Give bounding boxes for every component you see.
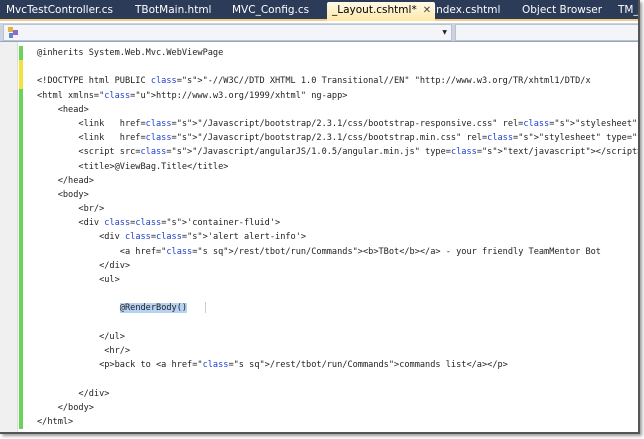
code-line[interactable]: <script src=class="s">"/Javascript/angul…	[37, 145, 638, 159]
change-marker	[19, 173, 23, 189]
code-line[interactable]: <body>	[37, 188, 638, 202]
code-line[interactable]: </ul>	[37, 330, 638, 344]
code-line[interactable]: <hr/>	[37, 344, 638, 358]
tab-label: Index.cshtml	[433, 4, 501, 16]
code-line[interactable]: <div class=class="s">'container-fluid'>	[37, 216, 638, 230]
change-marker	[19, 287, 23, 302]
navigation-bar: ▼	[0, 23, 638, 42]
code-editor[interactable]: @inherits System.Web.Mvc.WebViewPage <!D…	[0, 42, 638, 432]
tab-label: TBotMain.html	[135, 4, 212, 16]
code-line[interactable]: <!DOCTYPE html PUBLIC class="s">"-//W3C/…	[37, 74, 638, 88]
code-line[interactable]: </div>	[37, 387, 638, 401]
change-marker	[19, 216, 23, 231]
code-line[interactable]: <br/>	[37, 202, 638, 216]
code-line[interactable]: @RenderBody()	[37, 301, 638, 315]
code-line[interactable]: <title>@ViewBag.Title</title>	[37, 160, 638, 174]
code-line[interactable]: </html>	[37, 415, 638, 429]
change-marker	[19, 46, 23, 61]
change-marker	[19, 358, 23, 373]
code-line[interactable]: <html xmlns="class="u">http://www.w3.org…	[37, 89, 638, 103]
change-marker	[19, 315, 23, 331]
tab-label: _Layout.cshtml*	[332, 4, 417, 16]
tab-label: MvcTestController.cs	[6, 4, 113, 16]
member-dropdown[interactable]	[455, 24, 638, 41]
code-line[interactable]: <head>	[37, 103, 638, 117]
change-marker	[19, 188, 23, 203]
tab-label: TM_	[618, 4, 639, 16]
change-marker	[19, 88, 23, 103]
code-line[interactable]: </head>	[37, 174, 638, 188]
change-marker	[19, 330, 23, 345]
chevron-down-icon: ▼	[442, 29, 447, 36]
change-marker	[19, 202, 23, 217]
tab-mvc-config[interactable]: MVC_Config.cs	[232, 4, 309, 16]
change-marker	[19, 372, 23, 387]
class-members-icon	[8, 27, 18, 38]
tab-object-browser[interactable]: Object Browser	[522, 4, 602, 16]
editor-window: MvcTestController.cs TBotMain.html MVC_C…	[0, 0, 640, 434]
code-line[interactable]: <link href=class="s">"/Javascript/bootst…	[37, 117, 638, 131]
tab-label: Object Browser	[522, 4, 603, 16]
change-marker	[19, 259, 23, 274]
change-marker	[19, 102, 23, 118]
code-line[interactable]: <div class=class="s">'alert alert-info'>	[37, 230, 638, 244]
code-line[interactable]: <p>back to <a href="class="s sq">/rest/t…	[37, 358, 638, 372]
change-marker	[19, 301, 23, 316]
change-marker	[19, 415, 23, 430]
change-marker	[19, 131, 23, 146]
change-marker	[19, 159, 23, 174]
code-line[interactable]: <link href=class="s">"/Javascript/bootst…	[37, 131, 638, 145]
code-line[interactable]	[37, 60, 638, 74]
close-icon[interactable]: ✕	[423, 5, 431, 16]
change-marker	[19, 244, 23, 260]
code-line[interactable]	[37, 316, 638, 330]
tab-tbotmain[interactable]: TBotMain.html	[135, 4, 211, 16]
change-marker	[19, 117, 23, 132]
tab-tm[interactable]: TM_	[618, 4, 639, 16]
change-marker	[19, 401, 23, 416]
code-line[interactable]: <a href="class="s sq">/rest/tbot/run/Com…	[37, 245, 638, 259]
code-line[interactable]: <ul>	[37, 273, 638, 287]
change-marker	[19, 74, 23, 89]
tab-index[interactable]: Index.cshtml	[433, 4, 500, 16]
change-marker	[19, 344, 23, 359]
change-marker	[19, 60, 23, 75]
change-marker	[19, 230, 23, 245]
code-line[interactable]	[37, 372, 638, 386]
change-marker	[19, 273, 23, 288]
tab-mvctestcontroller[interactable]: MvcTestController.cs	[6, 4, 113, 16]
type-dropdown[interactable]: ▼	[3, 24, 452, 41]
code-line[interactable]: </body>	[37, 401, 638, 415]
change-marker	[19, 386, 23, 402]
tab-label: MVC_Config.cs	[232, 4, 310, 16]
code-line[interactable]: </div>	[37, 259, 638, 273]
change-marker	[19, 145, 23, 160]
document-tab-bar: MvcTestController.cs TBotMain.html MVC_C…	[0, 0, 639, 21]
code-line[interactable]: @inherits System.Web.Mvc.WebViewPage	[37, 46, 638, 60]
code-line[interactable]	[37, 287, 638, 301]
tab-layout-active[interactable]: _Layout.cshtml* ✕	[327, 2, 436, 21]
code-text[interactable]: @inherits System.Web.Mvc.WebViewPage <!D…	[37, 46, 638, 429]
editor-gutter	[0, 42, 18, 432]
